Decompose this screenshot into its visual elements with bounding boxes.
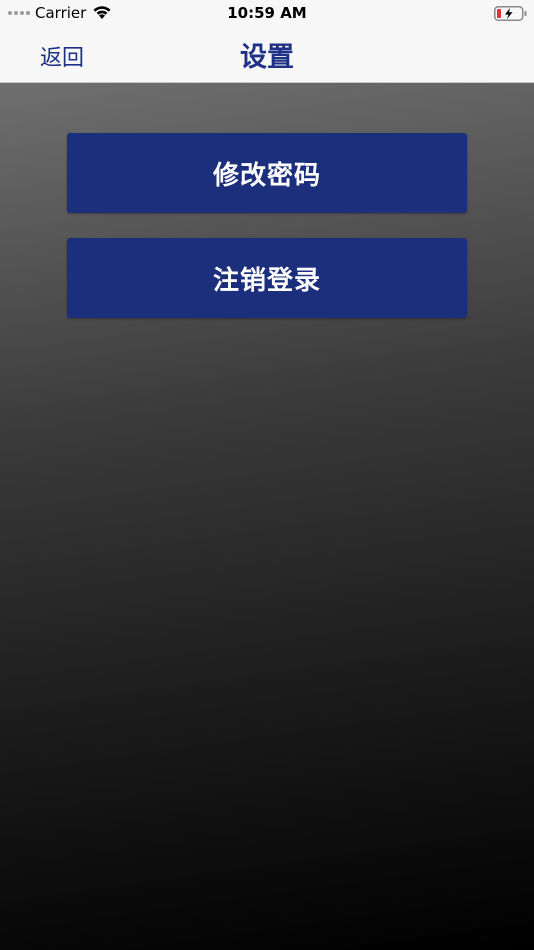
change-password-button[interactable]: 修改密码	[67, 133, 467, 213]
page-title: 设置	[240, 42, 294, 73]
logout-button[interactable]: 注销登录	[67, 238, 467, 318]
status-time: 10:59 AM	[227, 4, 307, 22]
navigation-bar: 返回 设置	[0, 26, 534, 82]
top-bar: Carrier 10:59 AM 返回 设置	[0, 0, 534, 83]
settings-content: 修改密码 注销登录	[0, 83, 534, 950]
status-bar: Carrier 10:59 AM	[0, 0, 534, 26]
battery-charging-icon	[494, 6, 527, 21]
